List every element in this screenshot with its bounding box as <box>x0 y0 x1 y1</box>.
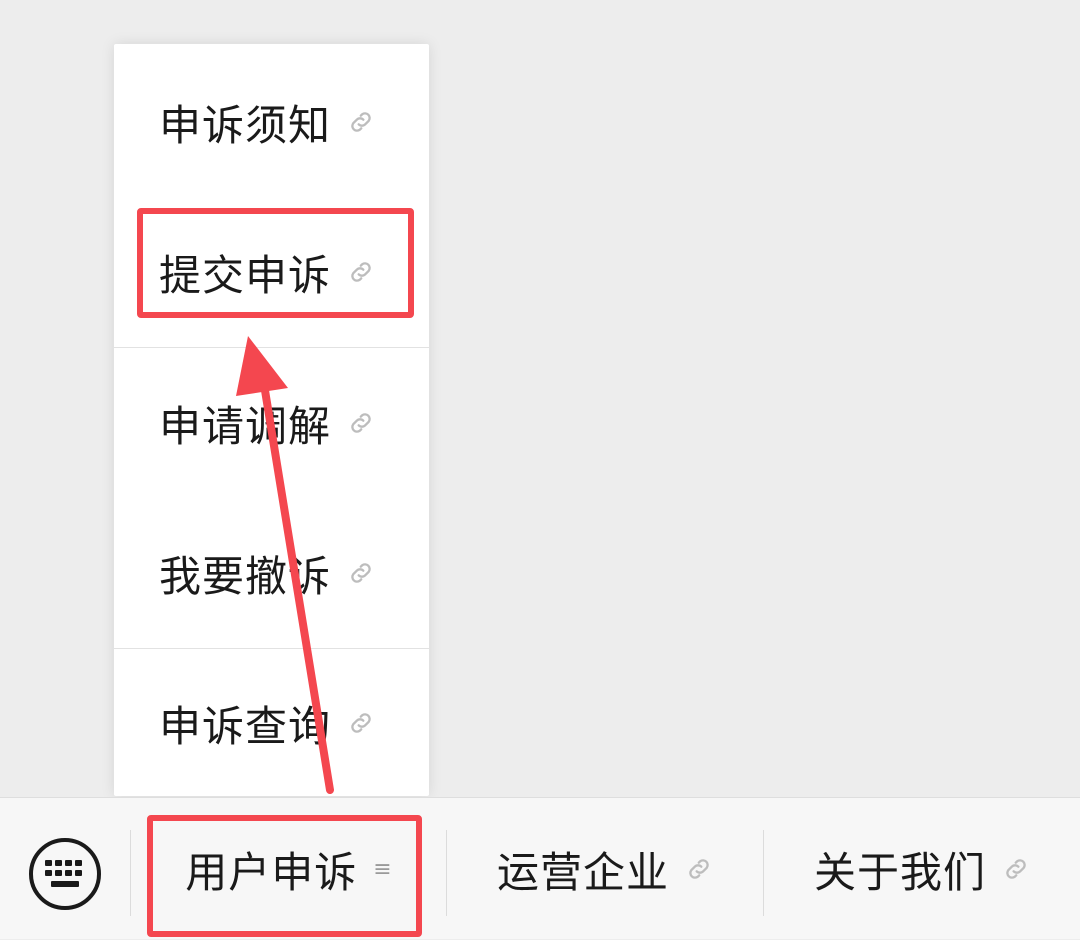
highlight-box-submit-appeal <box>137 208 414 318</box>
submenu-item-label: 申请调解 <box>159 401 332 451</box>
link-icon <box>689 859 709 879</box>
menu-item-about-us[interactable]: 关于我们 <box>764 798 1080 940</box>
menu-item-operating-company[interactable]: 运营企业 <box>447 798 763 940</box>
link-icon <box>1006 859 1026 879</box>
submenu-item-request-mediation[interactable]: 申请调解 <box>114 348 429 498</box>
menu-item-label: 关于我们 <box>813 847 986 897</box>
link-icon <box>351 112 371 132</box>
link-icon <box>351 563 371 583</box>
submenu-item-appeal-query[interactable]: 申诉查询 <box>114 648 429 798</box>
submenu-item-label: 申诉须知 <box>159 100 332 150</box>
keyboard-icon[interactable] <box>27 836 103 912</box>
highlight-box-user-appeal <box>147 815 422 937</box>
submenu-item-appeal-notice[interactable]: 申诉须知 <box>114 47 429 197</box>
submenu-item-withdraw-appeal[interactable]: 我要撤诉 <box>114 498 429 648</box>
submenu-popup: 申诉须知 提交申诉 申请调解 我要撤诉 申诉查询 <box>114 44 429 796</box>
submenu-item-label: 申诉查询 <box>159 701 332 751</box>
menu-item-label: 运营企业 <box>496 847 669 897</box>
link-icon <box>351 413 371 433</box>
link-icon <box>351 713 371 733</box>
submenu-item-label: 我要撤诉 <box>159 551 332 601</box>
